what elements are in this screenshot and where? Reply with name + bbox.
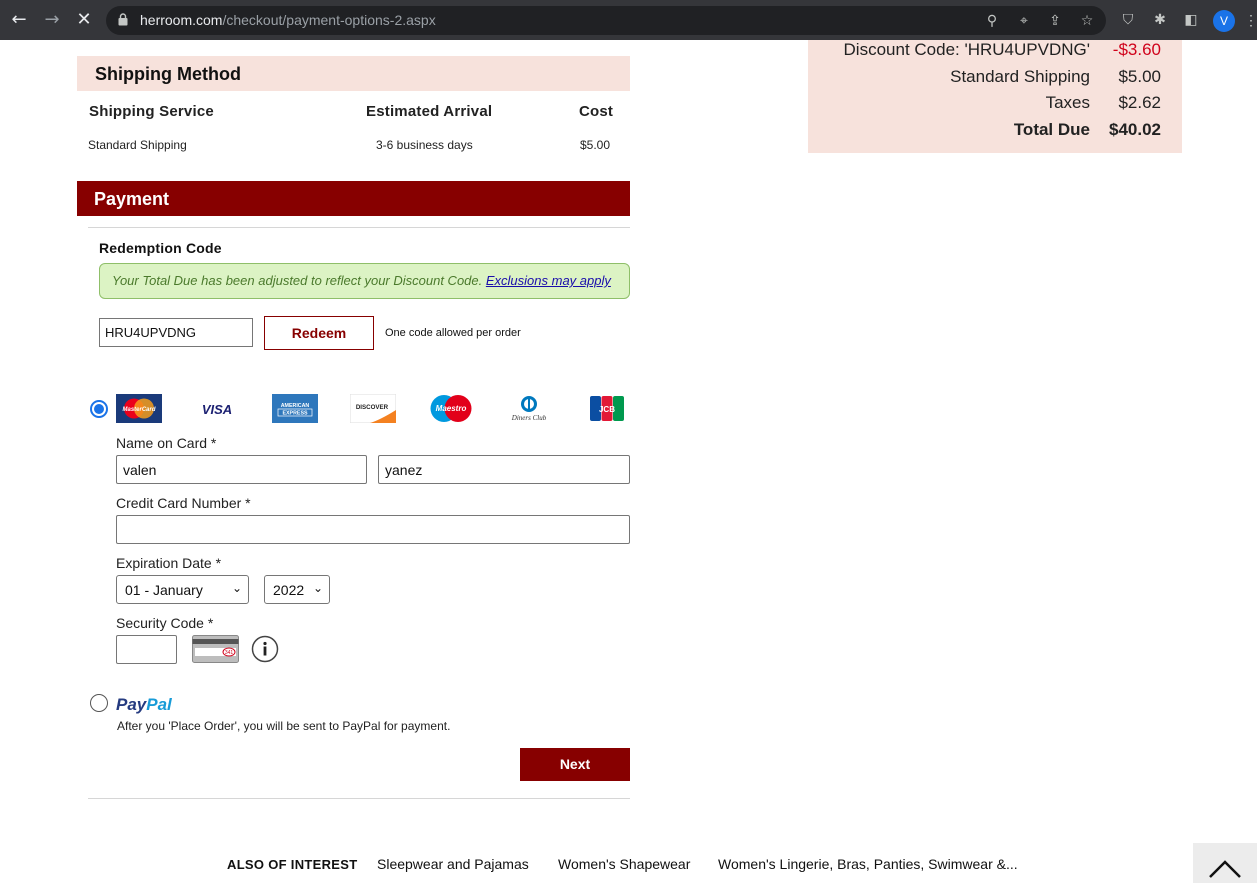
shipping-method-header: Shipping Method bbox=[77, 56, 630, 91]
discover-logo-icon: DISCOVER bbox=[350, 394, 396, 423]
cvv-card-back-icon: 341 bbox=[192, 635, 239, 663]
svg-text:Maestro: Maestro bbox=[436, 404, 467, 413]
paypal-logo-icon: PayPal bbox=[116, 695, 172, 714]
summary-shipping-row: Standard Shipping $5.00 bbox=[950, 67, 1161, 86]
paypal-radio[interactable] bbox=[90, 694, 108, 712]
payment-header: Payment bbox=[77, 181, 630, 216]
url-text: herroom.com/checkout/payment-options-2.a… bbox=[140, 12, 436, 28]
svg-text:DISCOVER: DISCOVER bbox=[356, 404, 389, 411]
profile-avatar[interactable]: V bbox=[1213, 10, 1235, 32]
exclusions-link[interactable]: Exclusions may apply bbox=[486, 273, 611, 288]
credit-card-number-input[interactable] bbox=[116, 515, 630, 544]
payment-title: Payment bbox=[94, 189, 170, 209]
jcb-logo-icon: JCB bbox=[590, 396, 624, 421]
location-icon[interactable]: ⌖ bbox=[1015, 12, 1033, 30]
visa-logo-icon: VISA bbox=[194, 394, 240, 423]
lock-icon bbox=[118, 13, 128, 26]
paypal-note: After you 'Place Order', you will be sen… bbox=[117, 719, 451, 733]
expiration-month-select[interactable]: 01 - January ⌄ bbox=[116, 575, 249, 604]
stop-loading-icon[interactable]: ✕ bbox=[74, 10, 94, 30]
first-name-input[interactable] bbox=[116, 455, 367, 484]
redemption-code-input[interactable] bbox=[99, 318, 253, 347]
credit-card-number-label: Credit Card Number * bbox=[116, 495, 251, 511]
also-link-lingerie[interactable]: Women's Lingerie, Bras, Panties, Swimwea… bbox=[718, 856, 1018, 872]
svg-text:341: 341 bbox=[225, 650, 234, 656]
credit-card-radio[interactable] bbox=[90, 400, 108, 418]
summary-taxes-row: Taxes $2.62 bbox=[1045, 93, 1161, 112]
bookmark-star-icon[interactable]: ☆ bbox=[1078, 12, 1096, 30]
order-summary: Discount Code: 'HRU4UPVDNG' -$3.60 Stand… bbox=[808, 40, 1182, 153]
shipping-col-arrival: Estimated Arrival bbox=[366, 103, 493, 120]
back-icon[interactable]: ← bbox=[9, 10, 29, 30]
shipping-service-value: Standard Shipping bbox=[88, 138, 187, 152]
divider bbox=[88, 227, 630, 228]
svg-text:AMERICAN: AMERICAN bbox=[281, 403, 310, 409]
svg-text:VISA: VISA bbox=[202, 402, 232, 417]
summary-total-row: Total Due $40.02 bbox=[1013, 120, 1161, 139]
shipping-cost-value: $5.00 bbox=[580, 138, 611, 152]
amex-logo-icon: AMERICAN EXPRESS bbox=[272, 394, 318, 423]
summary-discount-row: Discount Code: 'HRU4UPVDNG' -$3.60 bbox=[843, 40, 1161, 59]
extensions-puzzle-icon[interactable]: ✱ bbox=[1151, 11, 1169, 29]
name-on-card-label: Name on Card * bbox=[116, 435, 217, 451]
redemption-code-title: Redemption Code bbox=[99, 240, 222, 256]
one-code-note: One code allowed per order bbox=[385, 327, 521, 339]
share-icon[interactable]: ⇪ bbox=[1046, 12, 1064, 30]
svg-text:JCB: JCB bbox=[599, 405, 615, 414]
shield-extension-icon[interactable]: ⛉ bbox=[1119, 11, 1137, 29]
maestro-logo-icon: Maestro bbox=[430, 395, 472, 422]
shipping-col-service: Shipping Service bbox=[89, 103, 214, 120]
last-name-input[interactable] bbox=[378, 455, 630, 484]
expiration-date-label: Expiration Date * bbox=[116, 555, 222, 571]
svg-text:EXPRESS: EXPRESS bbox=[282, 411, 307, 417]
divider bbox=[88, 798, 630, 799]
also-of-interest-title: ALSO OF INTEREST bbox=[227, 857, 358, 872]
chevron-down-icon: ⌄ bbox=[231, 581, 242, 595]
scroll-to-top-button[interactable] bbox=[1193, 843, 1257, 883]
address-bar[interactable]: herroom.com/checkout/payment-options-2.a… bbox=[106, 6, 1106, 35]
shipping-method-title: Shipping Method bbox=[95, 64, 241, 84]
svg-text:MasterCard: MasterCard bbox=[122, 407, 155, 413]
diners-club-logo-icon: Diners Club bbox=[511, 396, 547, 422]
zoom-icon[interactable]: ⚲ bbox=[983, 12, 1001, 30]
next-button[interactable]: Next bbox=[520, 748, 630, 781]
svg-text:Diners Club: Diners Club bbox=[511, 414, 547, 422]
browser-menu-icon[interactable]: ⋮ bbox=[1244, 11, 1257, 29]
shipping-arrival-value: 3-6 business days bbox=[376, 138, 473, 152]
chevron-up-icon bbox=[1209, 860, 1241, 878]
security-code-label: Security Code * bbox=[116, 615, 214, 631]
side-panel-icon[interactable]: ◧ bbox=[1182, 11, 1200, 29]
redeem-button[interactable]: Redeem bbox=[264, 316, 374, 350]
forward-icon[interactable]: → bbox=[42, 10, 62, 30]
also-link-shapewear[interactable]: Women's Shapewear bbox=[558, 856, 690, 872]
security-code-input[interactable] bbox=[116, 635, 177, 664]
info-icon[interactable] bbox=[251, 635, 279, 663]
browser-toolbar: ← → ✕ herroom.com/checkout/payment-optio… bbox=[0, 0, 1257, 40]
also-link-sleepwear[interactable]: Sleepwear and Pajamas bbox=[377, 856, 529, 872]
discount-notice: Your Total Due has been adjusted to refl… bbox=[99, 263, 630, 299]
mastercard-logo-icon: MasterCard bbox=[116, 394, 162, 423]
expiration-year-select[interactable]: 2022 ⌄ bbox=[264, 575, 330, 604]
shipping-col-cost: Cost bbox=[579, 103, 614, 120]
chevron-down-icon: ⌄ bbox=[312, 581, 323, 595]
